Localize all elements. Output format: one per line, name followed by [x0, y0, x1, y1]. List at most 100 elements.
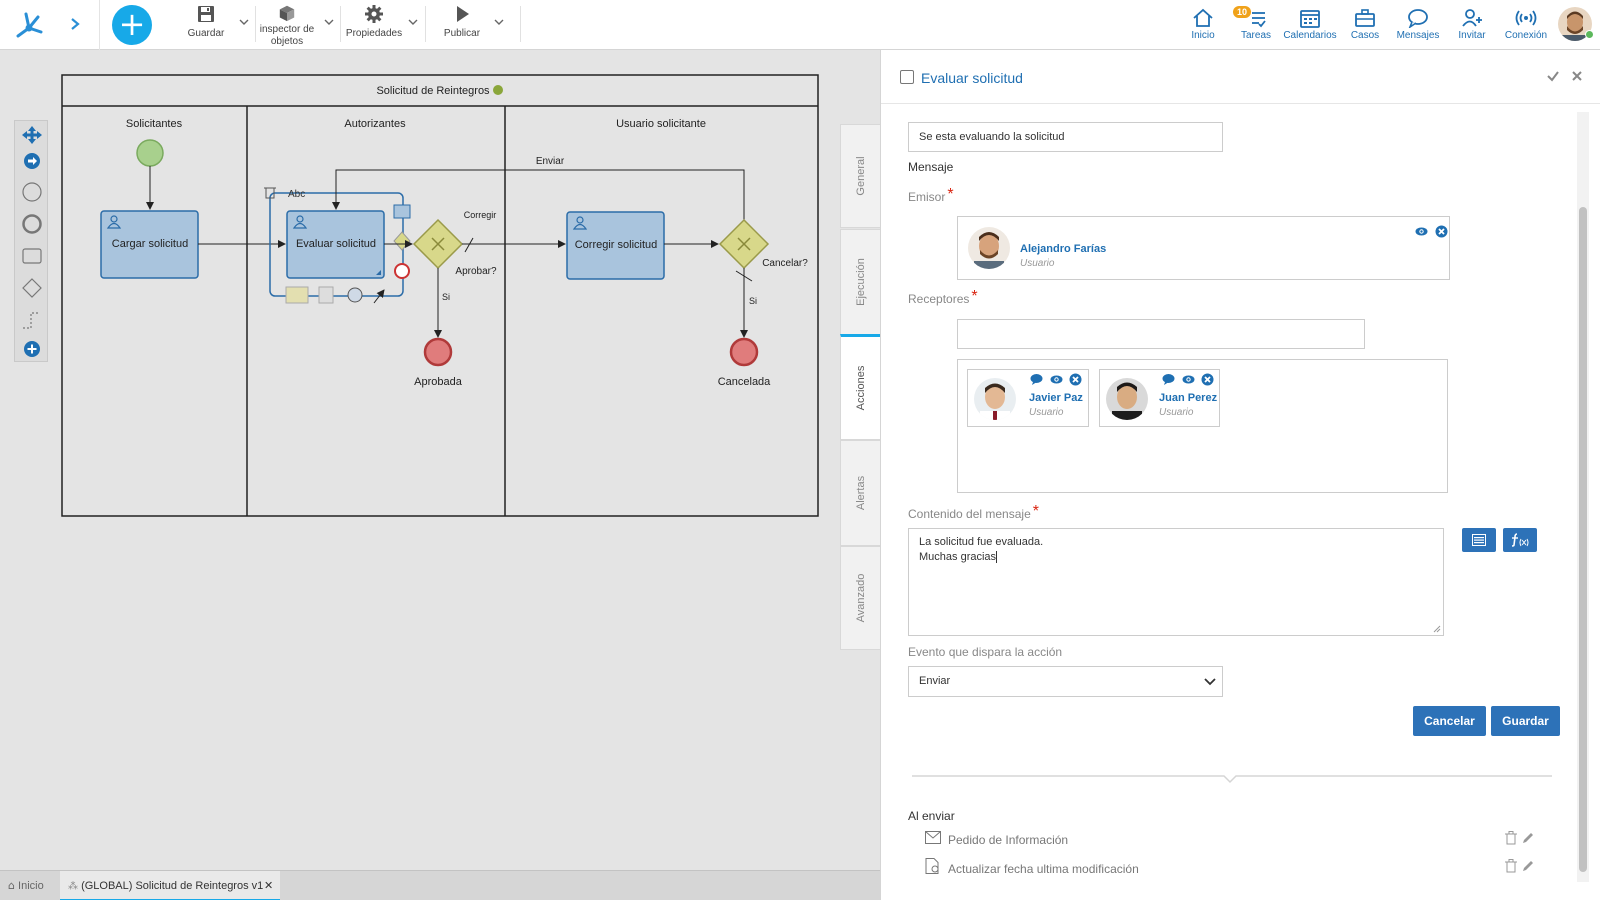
nav-home-label: Inicio: [1191, 30, 1215, 41]
diagram-canvas[interactable]: Solicitud de Reintegros Solicitantes Aut…: [0, 50, 880, 870]
formula-button[interactable]: [1503, 528, 1537, 552]
close-icon[interactable]: [1571, 70, 1583, 82]
properties-label: Propiedades: [345, 28, 403, 39]
cancel-button[interactable]: Cancelar: [1413, 706, 1486, 736]
add-button[interactable]: +: [112, 5, 152, 45]
quick-add-data[interactable]: [318, 286, 334, 304]
template-button[interactable]: [1462, 528, 1496, 552]
chat-bubble-icon[interactable]: [1030, 373, 1043, 386]
divider: [99, 0, 100, 50]
eye-icon[interactable]: [1182, 373, 1195, 386]
inspector-label-line1: inspector de: [259, 24, 315, 35]
quick-add-event[interactable]: [347, 287, 363, 303]
publish-button[interactable]: Publicar: [440, 4, 484, 40]
event-select-value: Enviar: [919, 675, 951, 687]
nav-cases[interactable]: Casos: [1349, 8, 1381, 41]
quick-add-task[interactable]: [393, 204, 411, 219]
content-line: La solicitud fue evaluada.: [919, 536, 1044, 548]
bottom-tab-home[interactable]: ⌂ Inicio: [8, 871, 58, 900]
remove-circle-icon[interactable]: [1435, 225, 1448, 238]
task-label: Corregir solicitud: [575, 239, 658, 251]
nav-connection[interactable]: Conexión: [1503, 8, 1549, 41]
gateway-label: Cancelar?: [762, 258, 808, 269]
tab-ejecucion[interactable]: Ejecución: [840, 229, 880, 335]
start-event[interactable]: [136, 139, 164, 167]
nav-messages[interactable]: Mensajes: [1395, 8, 1441, 41]
nav-calendars[interactable]: Calendarios: [1282, 8, 1338, 41]
check-icon[interactable]: [1547, 70, 1559, 82]
tab-avanzado[interactable]: Avanzado: [840, 546, 880, 650]
save-button[interactable]: Guardar: [1491, 706, 1560, 736]
receptores-label: Receptores *: [908, 288, 978, 306]
avatar: [974, 378, 1016, 420]
chevron-down-icon: [1204, 678, 1216, 686]
end-event-aprobada[interactable]: [423, 337, 453, 367]
action-checkbox[interactable]: [900, 70, 914, 84]
pencil-icon[interactable]: [1521, 831, 1535, 845]
flow-label: Si: [749, 296, 757, 306]
action-item-label[interactable]: Pedido de Información: [948, 833, 1068, 847]
list-icon: [1472, 534, 1486, 546]
chevron-down-icon[interactable]: [238, 16, 250, 28]
process-icon: ⁂: [68, 881, 78, 892]
divider: [425, 6, 426, 42]
remove-circle-icon[interactable]: [1201, 373, 1214, 386]
text-tool[interactable]: Abc: [288, 189, 305, 200]
save-toolbar-button[interactable]: Guardar: [186, 4, 226, 40]
lane-title: Autorizantes: [344, 118, 406, 130]
remove-circle-icon[interactable]: [1069, 373, 1082, 386]
chevron-down-icon[interactable]: [323, 16, 335, 28]
home-icon: [1193, 8, 1213, 27]
receptores-list: Javier Paz Usuario Juan Perez Usuario: [957, 359, 1448, 493]
scrollbar-thumb[interactable]: [1579, 207, 1587, 872]
lane-title: Solicitantes: [126, 118, 183, 130]
tab-general[interactable]: General: [840, 124, 880, 228]
eye-icon[interactable]: [1050, 373, 1063, 386]
quick-add-end-event[interactable]: [394, 263, 410, 279]
emisor-role: Usuario: [1020, 258, 1055, 269]
content-line: Muchas gracias​: [919, 551, 998, 563]
gear-icon: [365, 5, 383, 23]
properties-button[interactable]: Propiedades: [344, 4, 404, 40]
chevron-down-icon[interactable]: [407, 16, 419, 28]
nav-invite[interactable]: Invitar: [1455, 8, 1489, 41]
panel-scrollbar[interactable]: [1577, 112, 1589, 882]
nav-home[interactable]: Inicio: [1187, 8, 1219, 41]
tab-alertas[interactable]: Alertas: [840, 440, 880, 546]
receptor-name[interactable]: Juan Perez: [1159, 392, 1217, 404]
pencil-icon[interactable]: [1521, 859, 1535, 873]
flow-label: Si: [442, 292, 450, 302]
play-icon: [457, 6, 469, 22]
bottom-tab-process[interactable]: ⁂ (GLOBAL) Solicitud de Reintegros v1 ✕: [60, 871, 280, 900]
nav-messages-label: Mensajes: [1396, 30, 1440, 41]
trash-icon[interactable]: [1505, 859, 1517, 873]
message-content-textarea[interactable]: La solicitud fue evaluada. Muchas gracia…: [908, 528, 1444, 636]
eye-icon[interactable]: [1415, 225, 1428, 238]
briefcase-icon: [1355, 9, 1375, 27]
chat-bubble-icon[interactable]: [1162, 373, 1175, 386]
close-icon[interactable]: ✕: [264, 871, 273, 900]
home-icon: ⌂: [8, 879, 15, 892]
receptores-search-input[interactable]: [957, 319, 1365, 349]
chevron-right-icon[interactable]: [66, 14, 84, 34]
object-inspector-button[interactable]: inspector de objetos: [256, 4, 318, 48]
end-event-cancelada[interactable]: [729, 337, 759, 367]
event-select[interactable]: Enviar: [908, 666, 1223, 697]
emisor-name[interactable]: Alejandro Farías: [1020, 243, 1106, 255]
app-logo-icon[interactable]: [12, 8, 46, 42]
quick-add-annotation[interactable]: [285, 286, 309, 304]
resize-handle-icon[interactable]: [1433, 625, 1441, 633]
action-item-label[interactable]: Actualizar fecha ultima modificación: [948, 862, 1139, 876]
gateway-label: Aprobar?: [455, 266, 497, 277]
receptor-name[interactable]: Javier Paz: [1029, 392, 1083, 404]
nav-connection-label: Conexión: [1504, 30, 1548, 41]
subject-input[interactable]: Se esta evaluando la solicitud: [908, 122, 1223, 152]
message-label: Mensaje: [908, 160, 954, 174]
chevron-down-icon[interactable]: [493, 16, 505, 28]
tab-acciones[interactable]: Acciones: [840, 334, 880, 440]
pool-title: Solicitud de Reintegros: [376, 85, 490, 97]
envelope-icon: [925, 831, 941, 844]
trash-icon[interactable]: [1505, 831, 1517, 845]
signal-icon: [1515, 10, 1537, 26]
pool[interactable]: [61, 74, 819, 517]
